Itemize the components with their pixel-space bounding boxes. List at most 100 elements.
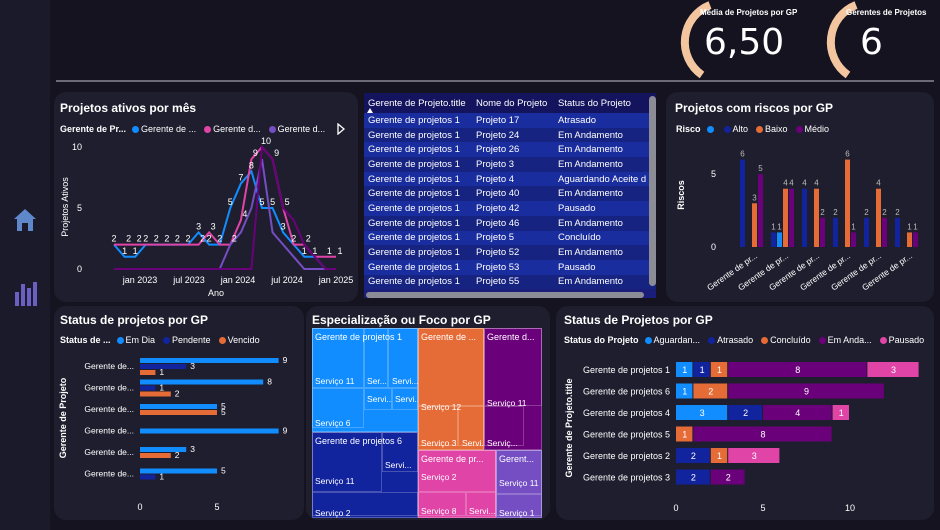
- sp-bar-label: 2: [708, 387, 713, 397]
- risk-bar: [845, 159, 850, 247]
- treemap-item-label: Serviço 11: [487, 398, 527, 408]
- sp-bar-label: 3: [891, 365, 896, 375]
- table-row[interactable]: Gerente de projetos 1 Projeto 55 Em Andame…: [364, 274, 656, 290]
- risk-legend-item-alto[interactable]: Alto: [723, 124, 748, 134]
- sp-bar-label: 4: [795, 408, 800, 418]
- status-gp-legend: Status de ... Em Dia Pendente Vencido: [60, 335, 264, 345]
- treemap-item-label: Servi...: [469, 506, 496, 516]
- line-legend-item-3[interactable]: Gerente d...: [268, 124, 326, 134]
- table-header-manager[interactable]: Gerente de Projeto.title: [364, 98, 472, 109]
- status-gp-bar: [140, 468, 217, 474]
- table-cell: Gerente de projetos 1: [368, 129, 460, 141]
- table-cell: Gerente de projetos 1: [368, 202, 460, 214]
- status-gp-legend-item-3[interactable]: Vencido: [218, 335, 260, 345]
- left-sidebar: [0, 0, 50, 530]
- status-gp-legend-label-1: Em Dia: [125, 335, 156, 345]
- table-row[interactable]: Gerente de projetos 1 Projeto 17 Atrasado: [364, 113, 656, 128]
- table-cell: Gerente de projetos 1: [368, 247, 460, 259]
- status-gp-bar-label: 3: [190, 444, 195, 454]
- table-cell: Projeto 3: [476, 158, 515, 170]
- kpi-label-avg-projects: Média de Projetos por GP: [700, 8, 798, 17]
- sp-legend-item-4[interactable]: Em Anda...: [818, 335, 872, 345]
- line-data-label: 2: [175, 234, 180, 244]
- bar-chart-icon[interactable]: [10, 278, 40, 308]
- status-gp-category: Gerente de...: [84, 404, 134, 414]
- sort-ascending-icon[interactable]: [367, 108, 373, 113]
- table-row[interactable]: Gerente de projetos 1 Projeto 3 Em Andamen…: [364, 157, 656, 172]
- sp-bar-label: 1: [700, 365, 705, 375]
- status-gp-category: Gerente de...: [84, 383, 134, 393]
- table-cell: Projeto 24: [476, 129, 520, 141]
- sp-legend-item-1[interactable]: Aguardan...: [644, 335, 700, 345]
- treemap-item-label: Serviç...: [487, 438, 518, 448]
- sp-legend-label-2: Atrasado: [717, 335, 754, 345]
- treemap-item-label: Serviço 2: [421, 472, 457, 482]
- status-gp-legend-item-2[interactable]: Pendente: [163, 335, 211, 345]
- line-data-label: 2: [164, 234, 169, 244]
- treemap-item-label: Serviço 8: [421, 506, 457, 516]
- treemap-group-label: Gerente de ...: [421, 332, 477, 342]
- table-cell: Pausado: [558, 202, 596, 214]
- sp-legend-item-3[interactable]: Concluído: [761, 335, 811, 345]
- sp-bar-label: 2: [691, 473, 696, 483]
- risk-bar-label: 1: [907, 222, 912, 231]
- status-gp-bar: [140, 385, 156, 391]
- table-row[interactable]: Gerente de projetos 1 Projeto 26 Em Andame…: [364, 142, 656, 158]
- table-row[interactable]: Gerente de projetos 1 Projeto 53 Pausado: [364, 259, 656, 275]
- risk-bar-label: 4: [789, 179, 794, 188]
- status-gp-bar: [140, 474, 156, 480]
- line-data-label: 5: [270, 197, 275, 207]
- risk-legend-item-light[interactable]: [706, 125, 716, 133]
- home-icon[interactable]: [10, 205, 40, 235]
- line-data-label: 7: [238, 173, 243, 183]
- line-legend-item-2[interactable]: Gerente d...: [204, 124, 261, 134]
- table-cell: Projeto 42: [476, 202, 520, 214]
- table-cell: Gerente de projetos 1: [368, 188, 460, 200]
- sp-category: Gerente de projetos 5: [583, 430, 670, 440]
- sp-legend-item-5[interactable]: Pausado: [879, 335, 924, 345]
- line-legend-item-1[interactable]: Gerente de ...: [132, 124, 196, 134]
- table-row[interactable]: Gerente de projetos 1 Projeto 46 Em Andame…: [364, 215, 656, 231]
- table-row[interactable]: Gerente de projetos 1 Projeto 4 Aguardando…: [364, 171, 656, 187]
- table-vertical-scrollbar[interactable]: [649, 96, 656, 286]
- table-header-status[interactable]: Status do Projeto: [554, 98, 646, 109]
- status-gp-legend-item-1[interactable]: Em Dia: [116, 335, 156, 345]
- table-row[interactable]: Gerente de projetos 1 Projeto 42 Pausado: [364, 201, 656, 216]
- line-legend-label-3: Gerente d...: [277, 124, 326, 134]
- table-cell: Gerente de projetos 1: [368, 217, 460, 229]
- sp-x-tick: 5: [760, 503, 765, 513]
- risk-legend-item-medio[interactable]: Médio: [795, 124, 829, 134]
- table-cell: Em Andamento: [558, 144, 623, 156]
- line-y-tick: 10: [72, 142, 82, 152]
- treemap-item-label: Serviço 6: [315, 418, 351, 428]
- status-gp-bar-label: 2: [175, 389, 180, 399]
- sp-x-tick: 0: [673, 503, 678, 513]
- table-header-project[interactable]: Nome do Projeto: [472, 98, 554, 109]
- header-divider: [56, 80, 934, 82]
- status-gp-bar-label: 1: [159, 472, 164, 482]
- kpi-value-avg-projects: 6,50: [704, 22, 785, 63]
- line-chart-title: Projetos ativos por mês: [60, 101, 197, 115]
- table-row[interactable]: Gerente de projetos 1 Projeto 24 Em Andame…: [364, 127, 656, 143]
- legend-next-icon[interactable]: [336, 123, 346, 135]
- table-cell: Gerente de projetos 1: [368, 158, 460, 170]
- risk-legend-title: Risco: [676, 124, 701, 134]
- status-projects-chart: Gerente de Projeto.title Gerente de proje…: [564, 362, 919, 513]
- table-row[interactable]: Gerente de projetos 1 Projeto 40 Em Andame…: [364, 186, 656, 202]
- risk-legend-item-baixo[interactable]: Baixo: [756, 124, 788, 134]
- line-x-tick: jul 2024: [270, 275, 303, 285]
- table-row[interactable]: Gerente de projetos 1 Projeto 5 Concluído: [364, 230, 656, 246]
- sp-bar-label: 8: [760, 430, 765, 440]
- sp-legend-item-2[interactable]: Atrasado: [708, 335, 753, 345]
- risk-bar-label: 2: [820, 208, 825, 217]
- table-cell: Concluído: [558, 232, 601, 244]
- line-y-tick: 5: [77, 203, 82, 213]
- line-data-label: 2: [232, 234, 237, 244]
- risk-bar-label: 4: [783, 179, 788, 188]
- table-row[interactable]: Gerente de projetos 1 Projeto 52 Em Andame…: [364, 245, 656, 260]
- sp-category: Gerente de projetos 3: [583, 473, 670, 483]
- line-data-label: 2: [207, 234, 212, 244]
- table-horizontal-scrollbar[interactable]: [366, 292, 644, 298]
- sp-bar-label: 1: [717, 365, 722, 375]
- kpi-label-managers: Gerentes de Projetos: [846, 8, 927, 17]
